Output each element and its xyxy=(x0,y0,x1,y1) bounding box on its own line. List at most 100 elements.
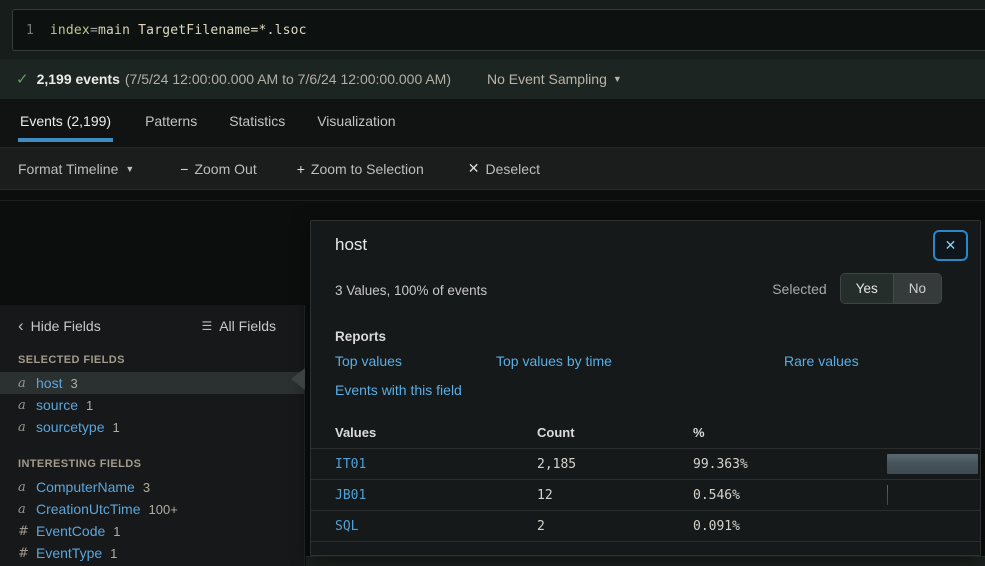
table-row: IT01 2,185 99.363% xyxy=(311,448,980,479)
table-row: JB01 12 0.546% xyxy=(311,479,980,510)
plus-icon: + xyxy=(296,160,305,177)
query-token-rest: TargetFilename=*.lsoc xyxy=(130,22,307,38)
selected-fields-header: SELECTED FIELDS xyxy=(18,354,125,366)
tab-patterns[interactable]: Patterns xyxy=(145,113,197,138)
hide-fields-button[interactable]: ‹ Hide Fields xyxy=(18,316,101,335)
hide-fields-label: Hide Fields xyxy=(30,318,101,334)
selected-label: Selected xyxy=(772,280,827,297)
string-field-icon: a xyxy=(18,397,26,413)
check-icon: ✓ xyxy=(16,71,29,88)
percent-bar-cell xyxy=(887,516,979,536)
all-fields-button[interactable]: ☰ All Fields xyxy=(201,318,276,334)
field-name: EventType xyxy=(36,545,103,561)
event-count: 2,199 events xyxy=(36,71,120,87)
sidebar-field-source[interactable]: a source 1 xyxy=(0,394,304,416)
field-name: ComputerName xyxy=(36,479,135,495)
main-area: ‹ Hide Fields ☰ All Fields SELECTED FIEL… xyxy=(0,190,985,566)
percent-bar xyxy=(887,454,979,474)
fields-sidebar: ‹ Hide Fields ☰ All Fields SELECTED FIEL… xyxy=(0,305,305,566)
string-field-icon: a xyxy=(18,501,26,517)
zoom-out-button[interactable]: − Zoom Out xyxy=(180,161,256,177)
tabs-bar: Events (2,199) Patterns Statistics Visua… xyxy=(0,99,985,147)
list-icon: ☰ xyxy=(201,319,213,333)
string-field-icon: a xyxy=(18,375,26,391)
status-bar: ✓ 2,199 events (7/5/24 12:00:00.000 AM t… xyxy=(0,59,985,99)
zoom-out-label: Zoom Out xyxy=(194,160,257,177)
percent-bar-cell xyxy=(887,454,979,474)
field-count: 1 xyxy=(113,523,121,539)
zoom-to-selection-label: Zoom to Selection xyxy=(310,160,424,177)
field-name: EventCode xyxy=(36,523,106,539)
deselect-label: Deselect xyxy=(485,160,540,177)
close-button[interactable]: ✕ xyxy=(933,230,968,261)
top-values-by-time-link[interactable]: Top values by time xyxy=(496,353,784,369)
field-name: source xyxy=(36,397,79,413)
divider xyxy=(0,200,985,201)
value-link[interactable]: SQL xyxy=(335,519,537,534)
sidebar-field-eventtype[interactable]: # EventType 1 xyxy=(0,542,304,564)
close-icon: ✕ xyxy=(944,237,957,253)
percent-column-header: % xyxy=(693,425,705,440)
search-query: index=main TargetFilename=*.lsoc xyxy=(50,23,307,38)
background-strip xyxy=(306,556,985,566)
value-link[interactable]: JB01 xyxy=(335,488,537,503)
popup-summary: 3 Values, 100% of events xyxy=(335,283,488,298)
field-count: 1 xyxy=(112,419,120,435)
event-sampling-dropdown[interactable]: No Event Sampling ▼ xyxy=(487,71,622,87)
time-range: (7/5/24 12:00:00.000 AM to 7/6/24 12:00:… xyxy=(124,71,452,87)
count-cell: 2 xyxy=(537,518,545,534)
sidebar-field-creationutctime[interactable]: a CreationUtcTime 100+ xyxy=(0,498,304,520)
field-count: 3 xyxy=(142,479,151,495)
tab-visualization[interactable]: Visualization xyxy=(317,113,395,138)
field-count: 3 xyxy=(70,375,78,391)
sidebar-field-computername[interactable]: a ComputerName 3 xyxy=(0,476,304,498)
query-token-value: main xyxy=(98,22,131,38)
timeline-toolbar: Format Timeline ▼ − Zoom Out + Zoom to S… xyxy=(0,147,985,190)
events-with-field-link[interactable]: Events with this field xyxy=(335,382,462,398)
minus-icon: − xyxy=(180,160,189,177)
number-field-icon: # xyxy=(18,545,29,561)
field-count: 1 xyxy=(110,545,118,561)
rare-values-link[interactable]: Rare values xyxy=(784,353,859,369)
string-field-icon: a xyxy=(18,419,26,435)
sidebar-field-sourcetype[interactable]: a sourcetype 1 xyxy=(0,416,304,438)
field-count: 1 xyxy=(86,397,94,413)
selected-toggle-group: Selected Yes No xyxy=(772,273,942,304)
deselect-button[interactable]: ✕ Deselect xyxy=(468,160,540,177)
x-icon: ✕ xyxy=(467,160,480,176)
format-timeline-dropdown[interactable]: Format Timeline ▼ xyxy=(18,161,134,177)
percent-cell: 0.546% xyxy=(693,487,740,503)
field-name: host xyxy=(36,375,63,391)
count-column-header: Count xyxy=(537,425,575,440)
value-link[interactable]: IT01 xyxy=(335,457,537,472)
selected-yes-button[interactable]: Yes xyxy=(840,274,894,303)
sidebar-header: ‹ Hide Fields ☰ All Fields xyxy=(0,305,304,334)
search-section: 1 index=main TargetFilename=*.lsoc xyxy=(0,0,985,59)
table-header-row: Values Count % xyxy=(311,417,980,448)
splunk-search-app: 1 index=main TargetFilename=*.lsoc ✓ 2,1… xyxy=(0,0,985,566)
field-count: 100+ xyxy=(148,501,178,517)
count-cell: 12 xyxy=(537,487,553,503)
chevron-down-icon: ▼ xyxy=(125,163,135,174)
top-values-link[interactable]: Top values xyxy=(335,353,496,369)
search-input[interactable]: 1 index=main TargetFilename=*.lsoc xyxy=(12,9,985,51)
percent-bar xyxy=(887,485,888,505)
values-table: Values Count % IT01 2,185 99.363% JB01 1… xyxy=(311,417,980,541)
field-name: sourcetype xyxy=(36,419,105,435)
tab-events[interactable]: Events (2,199) xyxy=(18,113,114,142)
line-number: 1 xyxy=(26,22,34,38)
format-timeline-label: Format Timeline xyxy=(18,160,119,177)
chevron-left-icon: ‹ xyxy=(18,316,24,335)
sidebar-field-host[interactable]: a host 3 xyxy=(0,372,304,394)
zoom-to-selection-button[interactable]: + Zoom to Selection xyxy=(297,161,424,177)
percent-cell: 0.091% xyxy=(693,518,740,534)
table-row: SQL 2 0.091% xyxy=(311,510,980,541)
tab-statistics[interactable]: Statistics xyxy=(229,113,285,138)
query-token-keyword: index xyxy=(49,22,90,38)
report-links: Top values Top values by time Rare value… xyxy=(335,353,859,369)
query-token-op: = xyxy=(89,22,98,38)
sidebar-field-eventcode[interactable]: # EventCode 1 xyxy=(0,520,304,542)
selected-no-button[interactable]: No xyxy=(893,274,941,303)
field-name: CreationUtcTime xyxy=(36,501,141,517)
popup-pointer-arrow xyxy=(291,368,305,390)
